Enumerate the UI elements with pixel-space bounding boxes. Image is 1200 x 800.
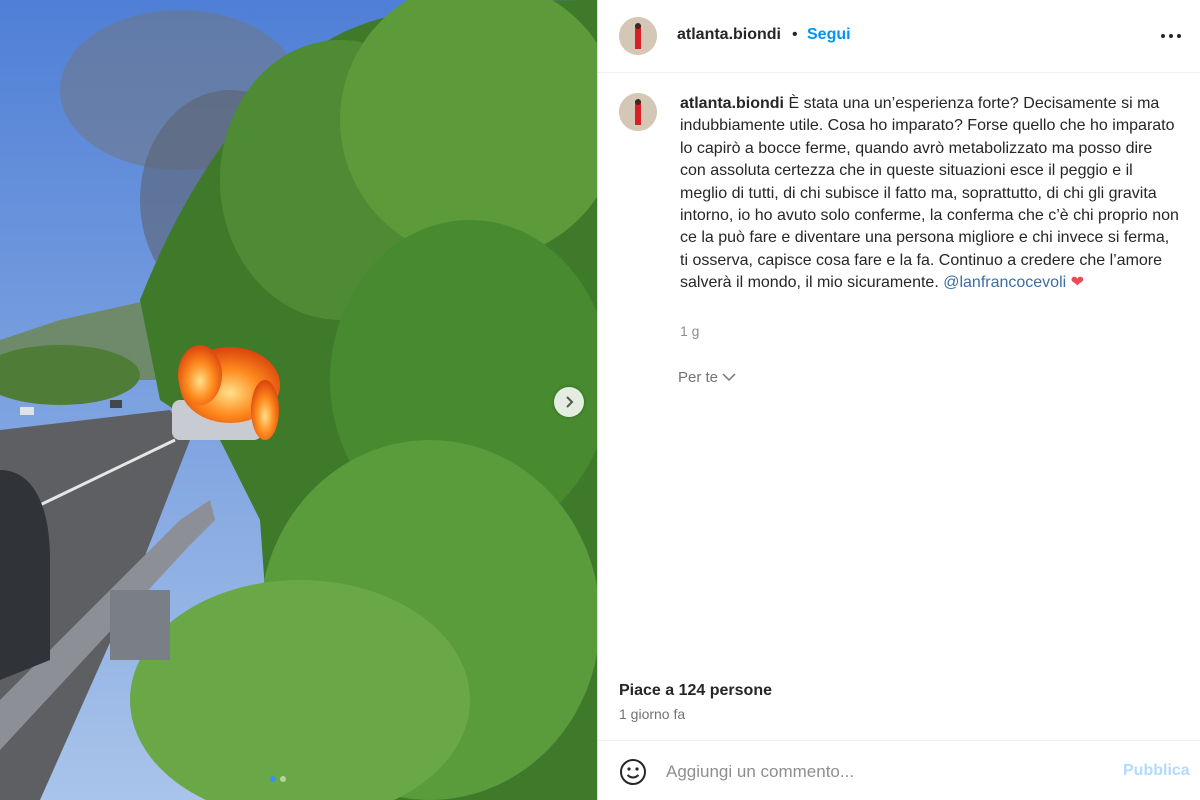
carousel-dot — [270, 776, 276, 782]
username[interactable]: atlanta.biondi — [677, 26, 781, 44]
carousel-next-button[interactable] — [554, 387, 584, 417]
post-details-panel: atlanta.biondi • Segui atlanta.biondi È … — [597, 0, 1200, 800]
carousel-dot — [280, 776, 286, 782]
more-options-icon[interactable] — [1159, 26, 1183, 46]
translate-toggle[interactable]: Per te — [678, 369, 736, 386]
translate-label: Per te — [678, 369, 719, 386]
heart-emoji: ❤ — [1070, 274, 1085, 292]
emoji-icon[interactable] — [619, 758, 647, 786]
avatar[interactable] — [619, 17, 657, 55]
mention-link[interactable]: @lanfrancocevoli — [943, 274, 1066, 291]
comment-input[interactable] — [666, 761, 1086, 783]
caption-username[interactable]: atlanta.biondi — [680, 95, 784, 112]
likes-count[interactable]: Piace a 124 persone — [619, 682, 772, 700]
caption-text: atlanta.biondi È stata una un’esperienza… — [680, 93, 1180, 295]
follow-button[interactable]: Segui — [807, 26, 851, 44]
caption-avatar[interactable] — [619, 93, 657, 131]
caption-body: È stata una un’esperienza forte? Decisam… — [680, 95, 1179, 292]
chevron-right-icon — [566, 396, 574, 408]
post-date: 1 giorno fa — [619, 706, 686, 722]
post-photo[interactable] — [0, 0, 597, 800]
caption-age: 1 g — [680, 323, 700, 339]
comment-bar: Pubblica — [598, 740, 1200, 800]
publish-button[interactable]: Pubblica — [1123, 762, 1190, 780]
separator-dot: • — [792, 26, 798, 43]
chevron-down-icon — [722, 373, 736, 382]
post-header: atlanta.biondi • Segui — [598, 0, 1200, 73]
carousel-indicator — [270, 776, 286, 782]
